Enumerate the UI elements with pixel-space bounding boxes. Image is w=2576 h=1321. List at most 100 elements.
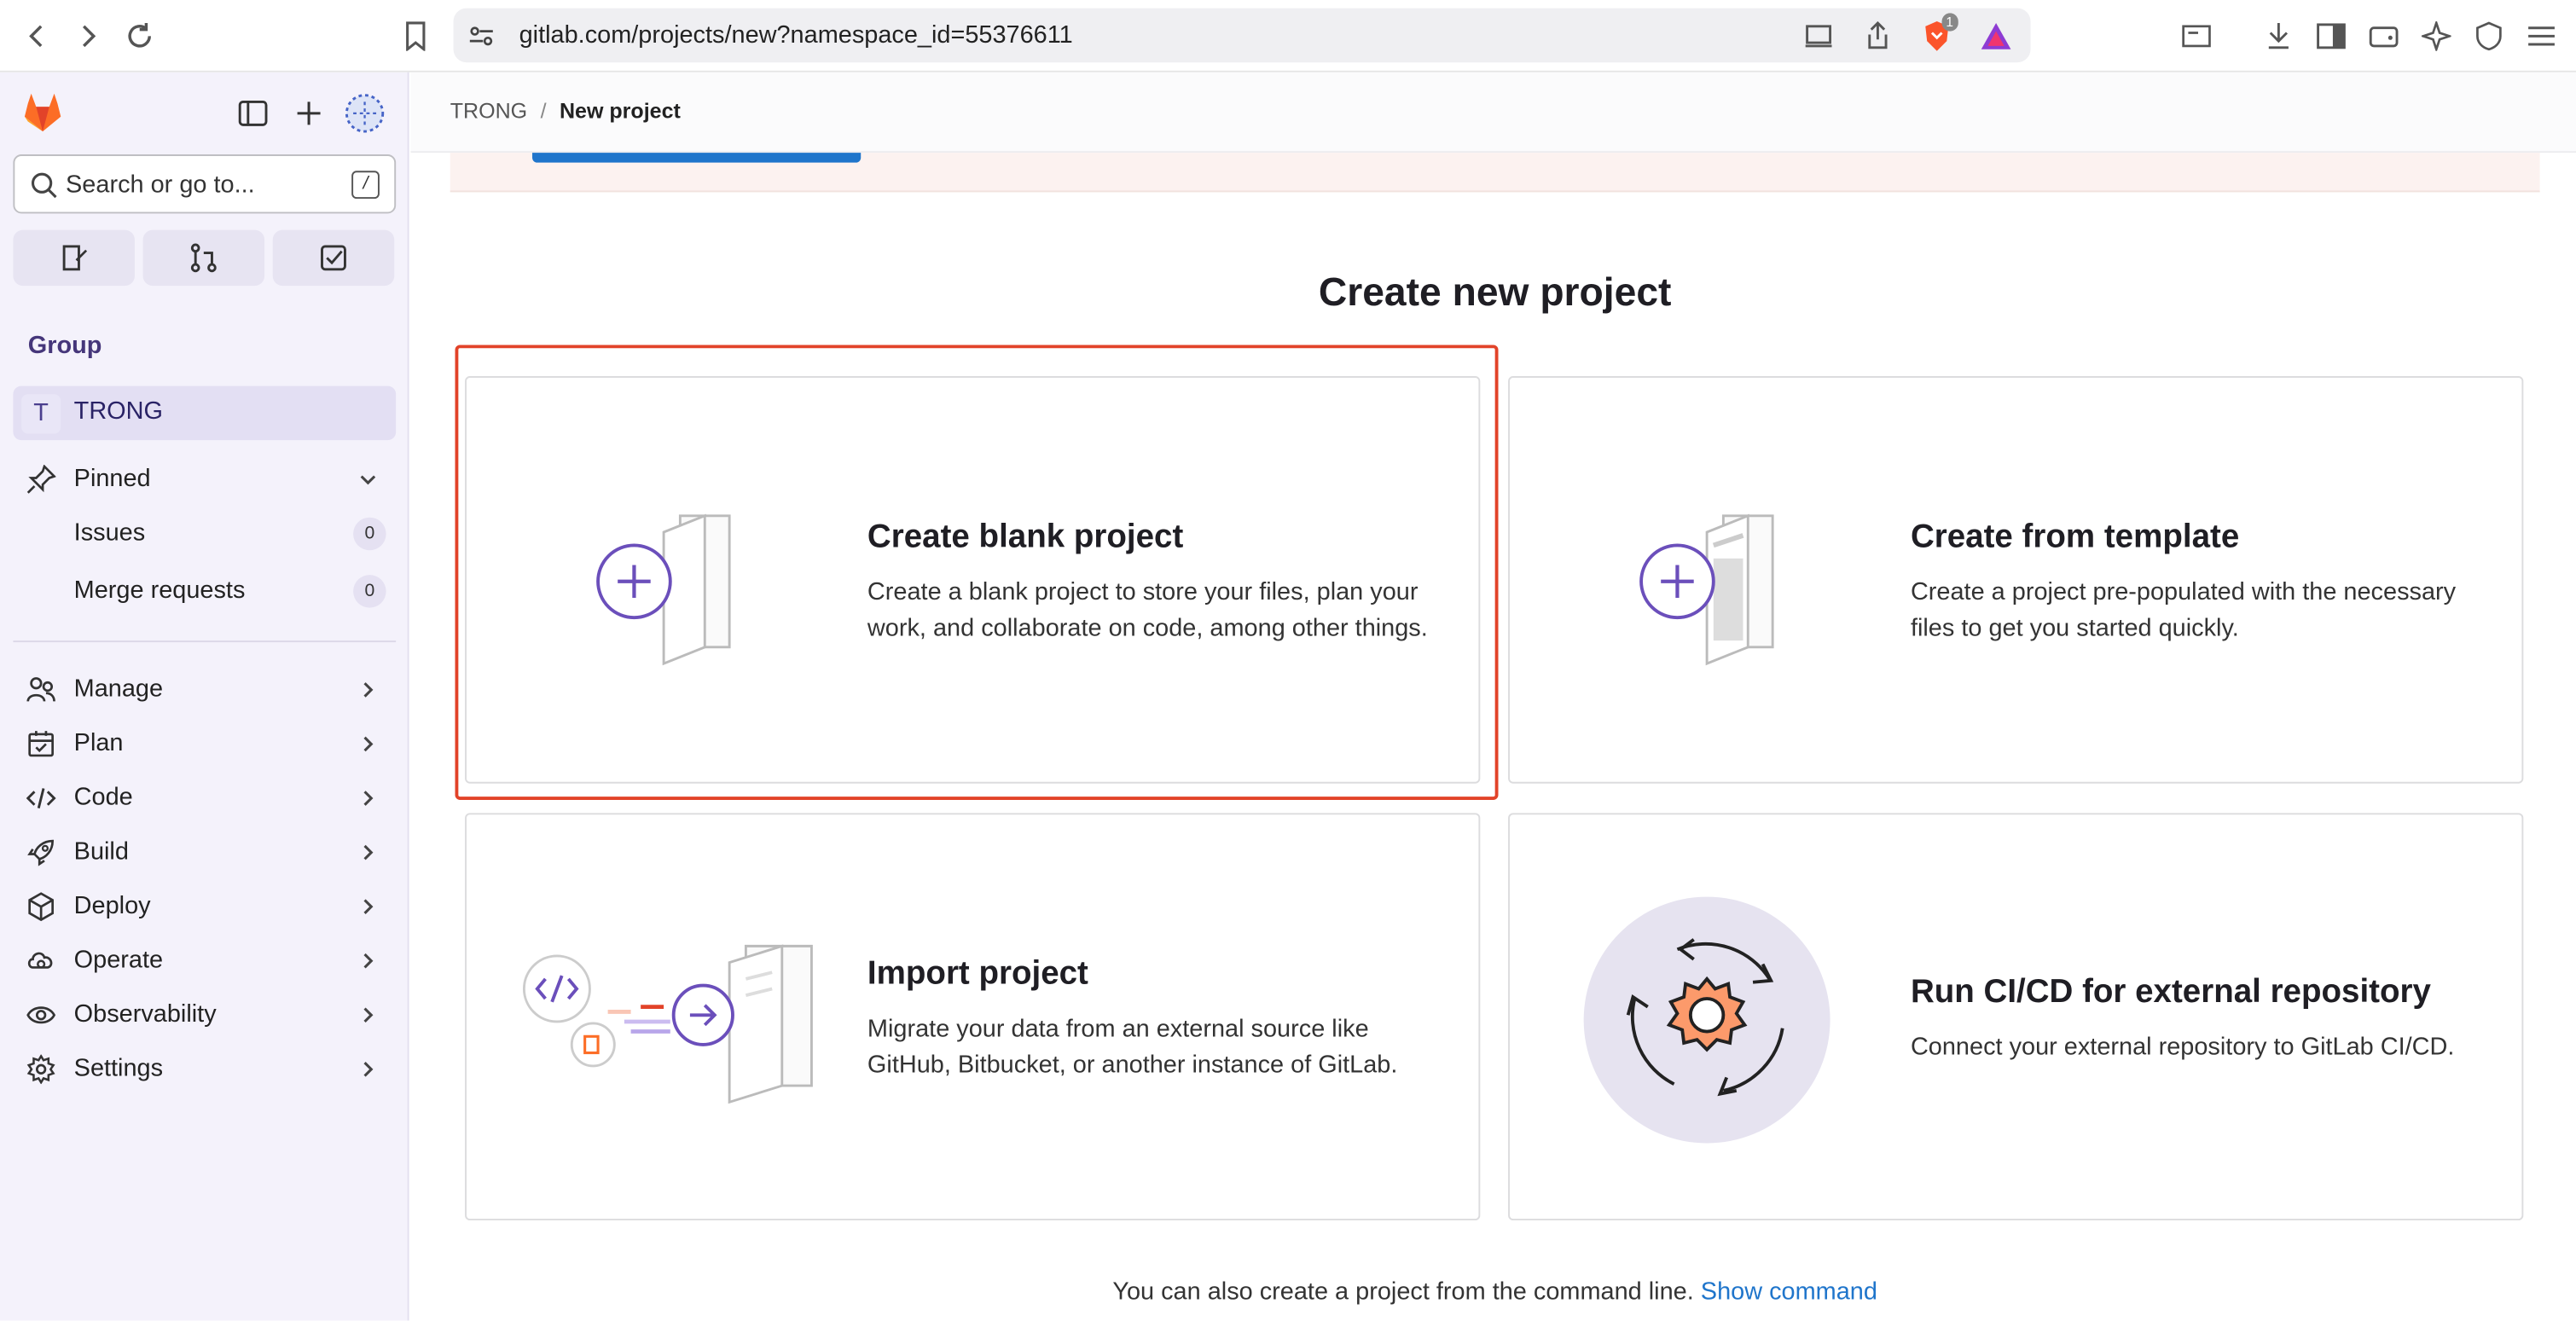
sidebar-group-trong[interactable]: T TRONG: [13, 385, 397, 441]
site-settings-icon[interactable]: [467, 21, 496, 51]
sidebar-toggle-icon[interactable]: [2313, 18, 2349, 54]
show-command-link[interactable]: Show command: [1701, 1278, 1877, 1306]
users-icon: [26, 675, 56, 705]
card-description: Connect your external repository to GitL…: [1910, 1033, 2455, 1062]
issues-count-badge: 0: [353, 517, 386, 551]
chevron-right-icon: [357, 1004, 380, 1027]
brave-shield-icon[interactable]: 1: [1919, 13, 1958, 54]
leo-ai-icon[interactable]: [2418, 18, 2454, 54]
breadcrumb-group[interactable]: TRONG: [450, 99, 527, 124]
create-new-icon[interactable]: [289, 94, 328, 133]
sidebar-item-operate[interactable]: Operate: [13, 936, 396, 986]
sidebar-item-issues[interactable]: Issues 0: [13, 509, 396, 559]
issues-icon: [62, 245, 88, 271]
chevron-right-icon: [357, 949, 380, 972]
sidebar-item-settings[interactable]: Settings: [13, 1045, 396, 1094]
brave-rewards-icon[interactable]: [1978, 18, 2014, 54]
chevron-right-icon: [357, 841, 380, 864]
reader-mode-icon[interactable]: [2179, 18, 2214, 54]
sidebar-item-label: Plan: [73, 729, 124, 757]
share-icon[interactable]: [1859, 18, 1895, 54]
sidebar-item-label: Settings: [73, 1054, 164, 1083]
sidebar-item-code[interactable]: Code: [13, 773, 396, 823]
chevron-down-icon: [357, 468, 380, 491]
chevron-right-icon: [357, 678, 380, 701]
cast-icon[interactable]: [1801, 18, 1836, 54]
code-icon: [26, 784, 56, 814]
brave-badge-count: 1: [1941, 13, 1958, 32]
url-text[interactable]: gitlab.com/projects/new?namespace_id=553…: [519, 21, 1073, 49]
issues-shortcut-button[interactable]: [13, 229, 135, 287]
breadcrumb-current[interactable]: New project: [560, 99, 681, 124]
card-description: Migrate your data from an external sourc…: [867, 1015, 1398, 1080]
sidebar-item-label: Operate: [73, 946, 164, 975]
gitlab-logo-icon[interactable]: [20, 89, 66, 135]
merge-requests-shortcut-button[interactable]: [142, 229, 265, 287]
import-project-illustration-icon: [522, 944, 813, 1104]
search-placeholder: Search or go to...: [66, 171, 255, 200]
selection-highlight: [455, 345, 1499, 800]
card-title: Import project: [867, 955, 1088, 993]
alert-action-button[interactable]: [532, 153, 862, 163]
wallet-icon[interactable]: [2365, 18, 2401, 54]
group-name: TRONG: [73, 397, 164, 426]
cloud-gear-icon: [26, 946, 56, 976]
card-description: Create a project pre-populated with the …: [1910, 577, 2457, 643]
context-section-title: Group: [27, 332, 102, 360]
group-avatar: T: [21, 394, 61, 434]
sidebar: Search or go to... / Group T TRONG Pinne…: [0, 72, 409, 1321]
sidebar-item-plan[interactable]: Plan: [13, 720, 396, 769]
bookmark-icon[interactable]: [397, 18, 433, 54]
search-icon: [30, 171, 60, 200]
todo-shortcut-button[interactable]: [272, 229, 395, 287]
sidebar-item-observability[interactable]: Observability: [13, 990, 396, 1040]
chevron-right-icon: [357, 787, 380, 810]
reload-icon[interactable]: [122, 18, 158, 54]
card-title: Create from template: [1910, 519, 2240, 555]
sidebar-item-label: Code: [73, 783, 133, 812]
sidebar-item-label: Observability: [73, 999, 217, 1028]
menu-icon[interactable]: [2523, 18, 2559, 54]
deploy-icon: [26, 892, 56, 922]
chevron-right-icon: [357, 733, 380, 756]
pinned-section-toggle[interactable]: Pinned: [13, 455, 396, 505]
cicd-gear-illustration-icon: [1583, 896, 1830, 1144]
merge-requests-count-badge: 0: [353, 575, 386, 608]
sidebar-item-merge-requests[interactable]: Merge requests 0: [13, 566, 396, 616]
create-from-template-card[interactable]: Create from template Create a project pr…: [1508, 376, 2524, 784]
sidebar-item-label: Manage: [73, 675, 164, 704]
address-bar[interactable]: gitlab.com/projects/new?namespace_id=553…: [453, 8, 2031, 63]
todo-icon: [321, 245, 346, 271]
forward-icon[interactable]: [69, 18, 105, 54]
collapse-sidebar-icon[interactable]: [233, 94, 272, 133]
gear-icon: [26, 1053, 56, 1085]
chevron-right-icon: [357, 895, 380, 918]
page-title: Create new project: [1318, 270, 1672, 316]
sidebar-item-manage[interactable]: Manage: [13, 665, 396, 715]
command-line-text: You can also create a project from the c…: [1112, 1278, 1694, 1307]
search-shortcut-key: /: [351, 171, 380, 200]
sidebar-item-deploy[interactable]: Deploy: [13, 882, 396, 931]
sidebar-item-label: Deploy: [73, 891, 151, 920]
alert-banner: [450, 153, 2540, 193]
download-icon[interactable]: [2260, 18, 2296, 54]
sidebar-item-label: Merge requests: [73, 576, 246, 605]
command-line-hint: You can also create a project from the c…: [450, 1278, 2540, 1306]
rocket-icon: [26, 837, 56, 867]
vpn-shield-icon[interactable]: [2471, 18, 2507, 54]
search-input[interactable]: Search or go to... /: [13, 154, 397, 214]
breadcrumb-separator: /: [540, 98, 547, 124]
run-cicd-external-repo-card[interactable]: Run CI/CD for external repository Connec…: [1508, 813, 2524, 1221]
user-avatar-icon[interactable]: [345, 94, 385, 133]
sidebar-item-label: Issues: [73, 519, 146, 548]
template-project-illustration-icon: [1639, 513, 1774, 666]
sidebar-divider: [13, 640, 397, 643]
browser-toolbar: gitlab.com/projects/new?namespace_id=553…: [0, 0, 2576, 72]
top-bar: TRONG / New project: [410, 72, 2576, 154]
import-project-card[interactable]: Import project Migrate your data from an…: [465, 813, 1481, 1221]
merge-request-icon: [190, 243, 217, 273]
sidebar-item-build[interactable]: Build: [13, 828, 396, 878]
sidebar-item-label: Build: [73, 837, 129, 866]
pin-icon: [26, 464, 57, 495]
back-icon[interactable]: [20, 18, 55, 54]
